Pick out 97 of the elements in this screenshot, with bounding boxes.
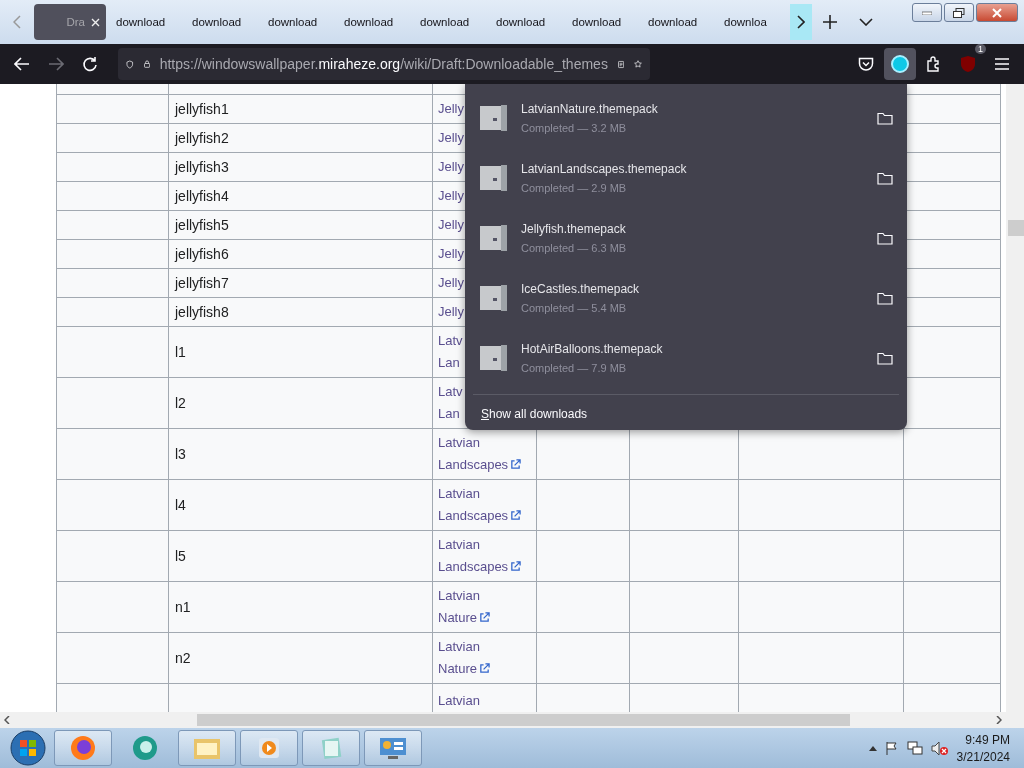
puzzle-icon[interactable] [926, 56, 942, 72]
folder-icon[interactable] [877, 111, 893, 125]
minimize-button[interactable] [912, 3, 942, 22]
browser-tab[interactable]: download [490, 4, 562, 40]
theme-link[interactable]: Jelly [438, 98, 464, 120]
download-status: Completed — 3.2 MB [521, 122, 628, 134]
file-icon [479, 284, 509, 312]
file-name: IceCastles.themepack [521, 282, 641, 296]
url-text: https://windowswallpaper.miraheze.org/wiki/Draft:Downloadable_themes [159, 56, 608, 72]
badge-count: 1 [975, 44, 986, 54]
show-all-downloads-button[interactable]: Show all downloads [473, 399, 596, 429]
browser-tab[interactable]: download [262, 4, 334, 40]
table-cell: jellyfish1 [175, 101, 229, 117]
browser-tab[interactable]: download [566, 4, 638, 40]
scroll-right-icon[interactable] [996, 716, 1002, 724]
external-link-icon [479, 663, 491, 674]
restore-icon[interactable] [953, 7, 965, 18]
scroll-left-icon[interactable] [4, 716, 10, 724]
table-cell: l5 [175, 548, 186, 564]
control-panel-icon[interactable] [378, 735, 408, 761]
browser-tab[interactable]: download [186, 4, 258, 40]
address-bar[interactable]: https://windowswallpaper.miraheze.org/wiki/Draft:Downloadable_themes [118, 48, 650, 80]
forward-icon[interactable] [48, 57, 64, 71]
download-status: Completed — 7.9 MB [521, 362, 628, 374]
folder-icon[interactable] [877, 171, 893, 185]
flag-icon[interactable] [884, 741, 899, 755]
back-icon[interactable] [14, 57, 30, 71]
browser-taskbar-button[interactable] [54, 730, 112, 766]
notepad-taskbar-button[interactable] [302, 730, 360, 766]
muted-speaker-icon[interactable] [930, 740, 949, 756]
file-name: LatvianNature.themepack [521, 102, 659, 116]
chevron-down-icon[interactable] [859, 18, 873, 26]
file-icon [479, 104, 509, 132]
table-cell: l3 [175, 446, 186, 462]
network-icon[interactable] [906, 740, 923, 756]
scroll-right-button[interactable] [790, 4, 812, 40]
chat-bubble-icon[interactable] [130, 734, 160, 762]
table-cell: l4 [175, 497, 186, 513]
theme-link[interactable]: Jelly [438, 272, 464, 294]
menu-icon[interactable] [994, 58, 1010, 70]
browser-tab[interactable]: download [110, 4, 182, 40]
folder-icon[interactable] [877, 231, 893, 245]
new-tab-icon[interactable] [823, 15, 837, 29]
download-status: Completed — 6.3 MB [521, 242, 628, 254]
external-link-icon [510, 459, 522, 470]
vertical-scrollbar[interactable] [1006, 84, 1024, 712]
theme-link[interactable]: Jelly [438, 185, 464, 207]
chevron-right-icon[interactable] [797, 15, 805, 29]
control-panel-taskbar-button[interactable] [364, 730, 422, 766]
table-cell: jellyfish6 [175, 246, 229, 262]
tray-arrow-icon[interactable] [868, 745, 877, 751]
download-status: Completed — 2.9 MB [521, 182, 628, 194]
external-link-icon [510, 561, 522, 572]
file-icon [479, 164, 509, 192]
file-name: LatvianLandscapes.themepack [521, 162, 688, 176]
folder-icon[interactable] [877, 351, 893, 365]
circle-icon[interactable] [890, 54, 910, 74]
close-icon[interactable] [91, 17, 100, 27]
table-cell: n2 [175, 650, 191, 666]
browser-tab[interactable]: downloa [718, 4, 790, 40]
horizontal-scrollbar[interactable] [0, 712, 1024, 728]
file-icon [479, 344, 509, 372]
reload-icon[interactable] [82, 56, 98, 72]
external-link-icon [510, 510, 522, 521]
file-name: HotAirBalloons.themepack [521, 342, 664, 356]
table-cell: jellyfish2 [175, 130, 229, 146]
theme-link[interactable]: Latvian [438, 690, 480, 712]
table-cell: jellyfish7 [175, 275, 229, 291]
table-cell: jellyfish5 [175, 217, 229, 233]
table-cell: l2 [175, 395, 186, 411]
file-icon [479, 224, 509, 252]
table-cell: jellyfish8 [175, 304, 229, 320]
downloads-button[interactable] [884, 48, 916, 80]
theme-link[interactable]: Jelly [438, 127, 464, 149]
download-status: Completed — 5.4 MB [521, 302, 628, 314]
theme-link[interactable]: Jelly [438, 243, 464, 265]
theme-link[interactable]: Jelly [438, 156, 464, 178]
pocket-icon[interactable] [858, 57, 874, 71]
close-button[interactable] [976, 3, 1018, 22]
browser-tab[interactable]: download [414, 4, 486, 40]
theme-link[interactable]: Latv Lan [438, 381, 463, 425]
minimize-icon[interactable] [922, 10, 932, 15]
theme-link[interactable]: Jelly [438, 214, 464, 236]
table-cell: jellyfish3 [175, 159, 229, 175]
browser-tab[interactable]: download [338, 4, 410, 40]
clock-date[interactable]: 3/21/2024 [956, 749, 1010, 764]
theme-link[interactable]: Jelly [438, 301, 464, 323]
explorer-taskbar-button[interactable] [178, 730, 236, 766]
restore-button[interactable] [944, 3, 974, 22]
external-link-icon [479, 612, 491, 623]
folder-icon[interactable] [877, 291, 893, 305]
table-cell: n1 [175, 599, 191, 615]
table-cell: l1 [175, 344, 186, 360]
browser-tab[interactable]: download [642, 4, 714, 40]
file-name: Jellyfish.themepack [521, 222, 627, 236]
table-cell: jellyfish4 [175, 188, 229, 204]
clock-time[interactable]: 9:49 PM [965, 732, 1010, 747]
